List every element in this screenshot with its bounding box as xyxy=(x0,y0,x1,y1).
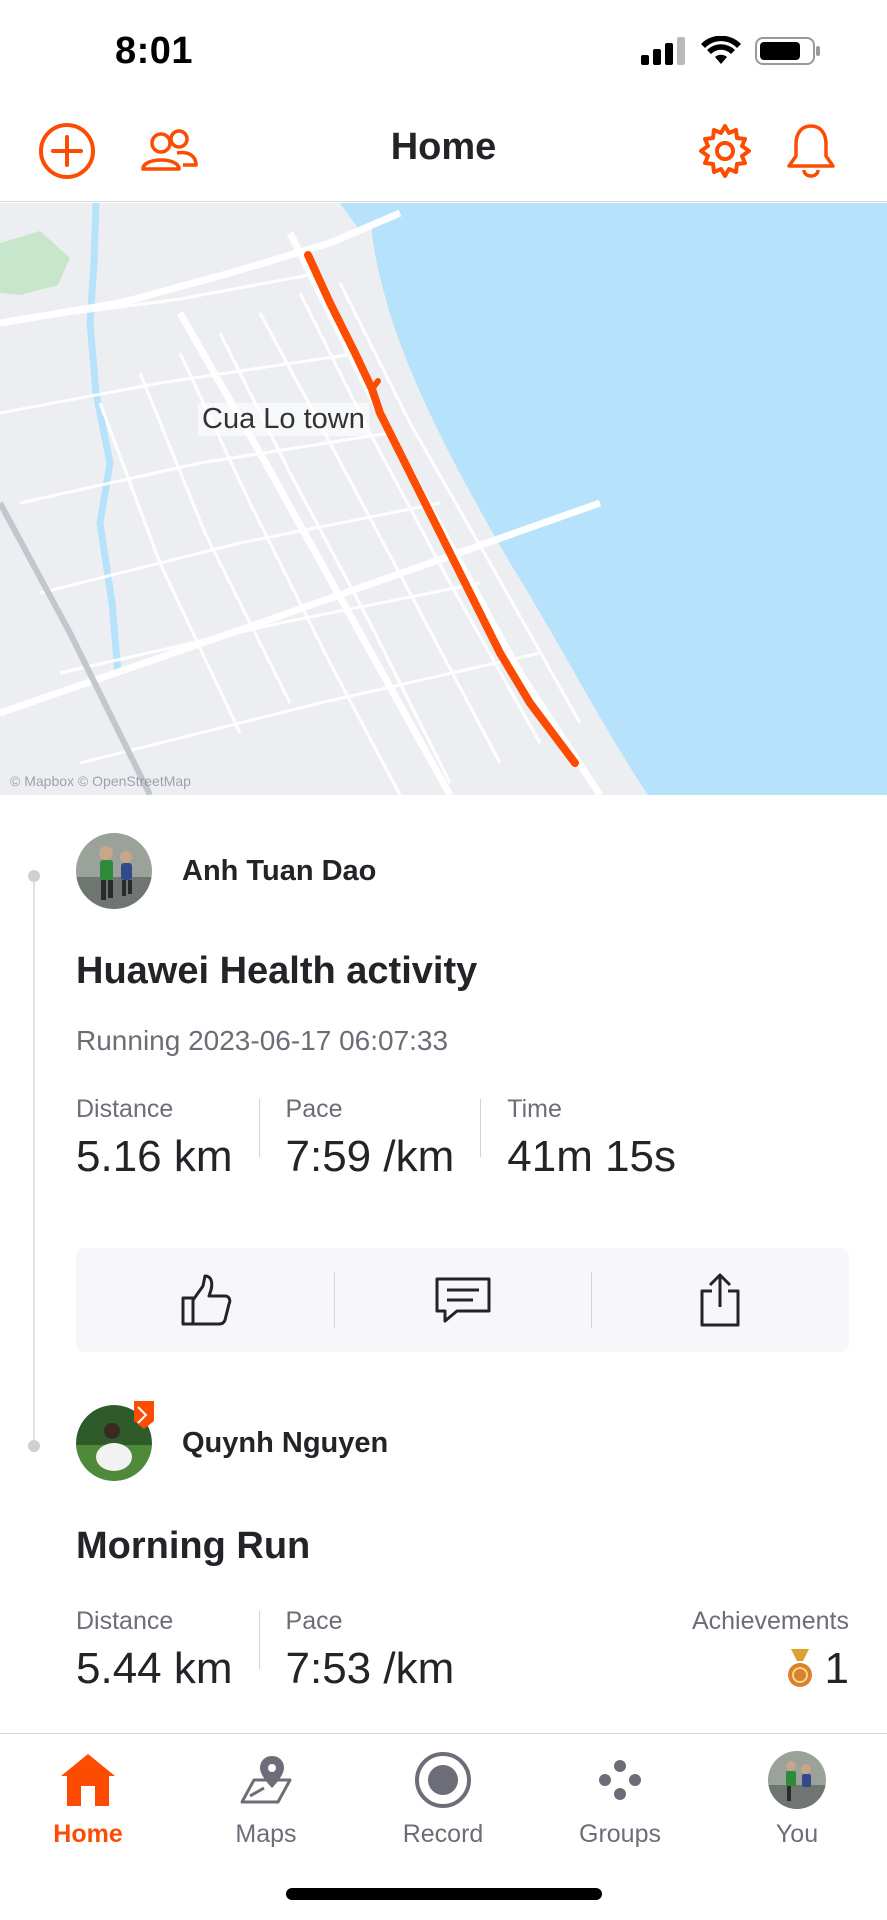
groups-icon xyxy=(599,1760,641,1800)
bell-icon xyxy=(787,124,835,178)
tab-you[interactable]: You xyxy=(727,1748,867,1849)
achievements-stat: Achievements 1 xyxy=(692,1607,849,1694)
share-button[interactable] xyxy=(591,1248,849,1352)
tab-maps[interactable]: Maps xyxy=(196,1748,336,1849)
tab-label: You xyxy=(775,1820,819,1848)
athlete-header[interactable]: Quynh Nguyen xyxy=(76,1401,388,1481)
activity-title[interactable]: Morning Run xyxy=(76,1525,310,1568)
activity-meta: Running 2023-06-17 06:07:33 xyxy=(76,1025,449,1056)
gear-icon xyxy=(699,124,751,178)
timeline-dot xyxy=(28,1440,40,1452)
athlete-avatar[interactable] xyxy=(76,1401,154,1481)
activity-stats: Distance 5.16 km Pace 7:59 /km Time 41m … xyxy=(76,1095,676,1182)
share-icon xyxy=(700,1273,740,1327)
wifi-icon xyxy=(701,36,741,64)
tab-record[interactable]: Record xyxy=(373,1748,513,1849)
profile-avatar xyxy=(768,1751,826,1809)
stat-divider xyxy=(480,1099,482,1157)
tab-label: Record xyxy=(402,1820,484,1848)
battery-icon xyxy=(755,37,820,65)
home-icon xyxy=(61,1754,115,1806)
athlete-name[interactable]: Quynh Nguyen xyxy=(182,1427,388,1460)
timeline-dot xyxy=(28,870,40,882)
athlete-header[interactable]: Anh Tuan Dao xyxy=(76,833,376,909)
stat-value: 7:53 /km xyxy=(285,1644,455,1693)
notifications-button[interactable] xyxy=(780,120,842,182)
maps-icon xyxy=(240,1756,292,1804)
achievements-value: 1 xyxy=(692,1644,849,1694)
stat-value: 41m 15s xyxy=(507,1132,677,1181)
status-bar: 8:01 xyxy=(0,0,887,100)
athlete-name[interactable]: Anh Tuan Dao xyxy=(182,855,376,888)
stat-time: Time 41m 15s xyxy=(507,1095,676,1182)
medal-icon xyxy=(787,1649,812,1687)
activity-feed: Anh Tuan Dao Huawei Health activity Runn… xyxy=(0,795,887,1735)
stat-label: Pace xyxy=(285,1095,343,1123)
tab-label: Groups xyxy=(579,1820,661,1848)
comment-button[interactable] xyxy=(333,1248,592,1352)
stat-divider xyxy=(258,1099,260,1157)
map-attribution[interactable]: © Mapbox © OpenStreetMap xyxy=(10,773,191,789)
stat-distance: Distance 5.44 km xyxy=(76,1607,233,1694)
stat-value: 5.44 km xyxy=(76,1644,233,1693)
stat-label: Distance xyxy=(76,1607,174,1635)
stat-label: Pace xyxy=(285,1607,343,1635)
stat-label: Distance xyxy=(76,1095,174,1123)
tab-label: Maps xyxy=(235,1820,297,1848)
stat-divider xyxy=(258,1611,260,1669)
activity-action-bar xyxy=(76,1248,849,1352)
map-place-label: Cua Lo town xyxy=(198,403,369,436)
runner-photo-icon xyxy=(76,833,152,909)
record-icon xyxy=(415,1752,471,1808)
comment-icon xyxy=(435,1277,490,1323)
achievements-count: 1 xyxy=(824,1644,849,1693)
tab-label: Home xyxy=(53,1820,123,1848)
stat-label: Achievements xyxy=(691,1607,849,1635)
activity-title[interactable]: Huawei Health activity xyxy=(76,950,477,993)
subscriber-badge-icon xyxy=(134,1401,154,1429)
home-indicator xyxy=(286,1888,602,1900)
stat-pace: Pace 7:59 /km xyxy=(286,1095,455,1182)
kudos-button[interactable] xyxy=(76,1248,334,1352)
tab-home[interactable]: Home xyxy=(18,1748,158,1849)
activity-stats: Distance 5.44 km Pace 7:53 /km xyxy=(76,1607,454,1694)
tab-groups[interactable]: Groups xyxy=(550,1748,690,1849)
cellular-signal-icon xyxy=(641,37,685,65)
stat-distance: Distance 5.16 km xyxy=(76,1095,233,1182)
stat-pace: Pace 7:53 /km xyxy=(286,1607,455,1694)
stat-value: 7:59 /km xyxy=(285,1132,455,1181)
stat-value: 5.16 km xyxy=(76,1132,233,1181)
status-icons xyxy=(641,36,821,66)
route-map[interactable]: Cua Lo town © Mapbox © OpenStreetMap xyxy=(0,203,887,795)
thumbs-up-icon xyxy=(181,1274,232,1326)
status-time: 8:01 xyxy=(115,30,194,72)
app-header: Home xyxy=(0,100,887,202)
athlete-avatar[interactable] xyxy=(76,833,152,909)
map-canvas xyxy=(0,203,887,795)
settings-button[interactable] xyxy=(694,120,756,182)
stat-label: Time xyxy=(507,1095,562,1123)
timeline-line xyxy=(33,870,35,1445)
